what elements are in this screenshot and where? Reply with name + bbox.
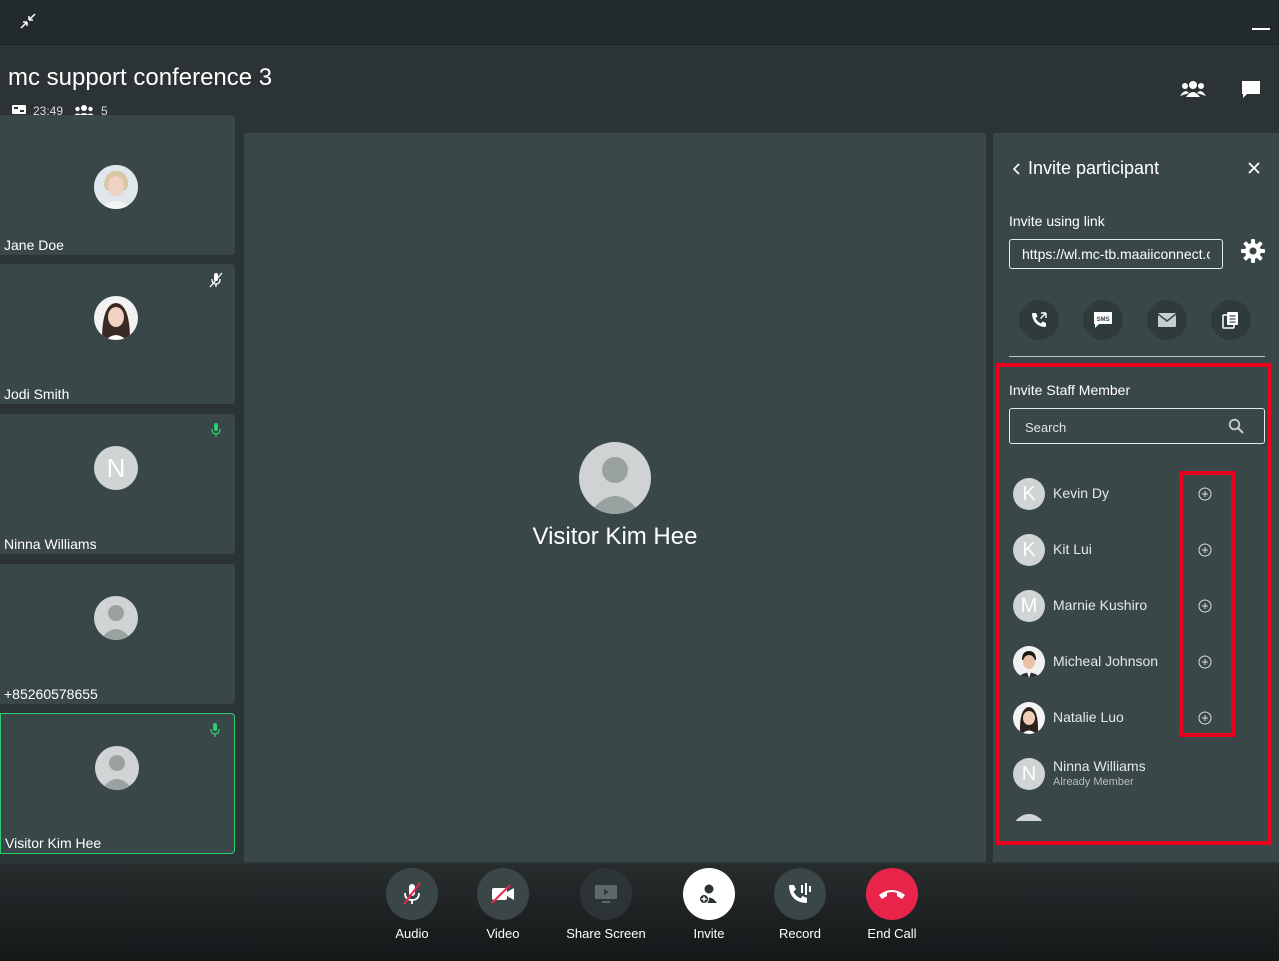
avatar: [1013, 702, 1045, 734]
participants-icon[interactable]: [1180, 78, 1206, 100]
avatar: N: [1013, 758, 1045, 790]
record-button[interactable]: Record: [754, 868, 846, 941]
staff-item: N Ninna Williams Already Member: [1013, 758, 1263, 790]
staff-name: Micheal Johnson: [1053, 653, 1159, 669]
add-person-icon: [699, 884, 717, 904]
participant-tile[interactable]: Jane Doe: [0, 115, 235, 255]
default-user-icon: [100, 605, 132, 640]
record-label: Record: [779, 926, 821, 941]
main-video-area: Visitor Kim Hee: [244, 133, 986, 862]
avatar-photo: [1017, 651, 1041, 678]
mic-off-icon: [403, 882, 421, 905]
avatar-photo: [94, 296, 138, 340]
avatar-photo: [94, 165, 138, 209]
share-options: SMS: [1019, 300, 1251, 340]
screen-share-icon: [595, 885, 617, 903]
speaker-name: Visitor Kim Hee: [532, 523, 698, 550]
call-controls: Audio Video Share Screen Invite Record E…: [0, 864, 1279, 961]
staff-search: [1009, 408, 1265, 445]
invite-button[interactable]: Invite: [663, 868, 755, 941]
invite-link-label: Invite using link: [1009, 213, 1105, 229]
window-top-bar: [0, 0, 1279, 45]
participant-tile[interactable]: Jodi Smith: [0, 264, 235, 404]
conference-title: mc support conference 3: [8, 64, 273, 91]
staff-name: Ninna Williams: [1053, 758, 1146, 774]
share-sms-button[interactable]: SMS: [1083, 300, 1123, 340]
audio-label: Audio: [395, 926, 429, 941]
video-button[interactable]: Video: [457, 868, 549, 941]
audio-button[interactable]: Audio: [366, 868, 458, 941]
email-icon: [1157, 313, 1177, 327]
avatar-initial: N: [106, 453, 126, 483]
share-email-button[interactable]: [1147, 300, 1187, 340]
avatar: [1013, 646, 1045, 678]
participant-tile[interactable]: +85260578655: [0, 564, 235, 704]
call-icon: [1032, 312, 1047, 327]
staff-search-input[interactable]: [1010, 409, 1237, 445]
search-icon[interactable]: [1228, 418, 1244, 434]
gear-icon[interactable]: [1240, 238, 1266, 264]
divider: [1009, 356, 1265, 357]
record-call-icon: [789, 883, 811, 903]
participant-name: Jodi Smith: [4, 386, 70, 402]
staff-name: Kit Lui: [1053, 541, 1092, 557]
video-off-icon: [491, 884, 514, 904]
avatar: K: [1013, 534, 1045, 566]
avatar: M: [1013, 590, 1045, 622]
invite-panel: Invite participant Invite using link htt…: [993, 133, 1279, 862]
avatar: [94, 165, 138, 209]
invite-panel-header[interactable]: Invite participant: [1012, 158, 1159, 179]
mic-active-icon: [210, 723, 220, 737]
staff-name: Natalie Luo: [1053, 709, 1124, 725]
share-copy-button[interactable]: [1211, 300, 1251, 340]
participant-tile[interactable]: Visitor Kim Hee: [0, 713, 235, 854]
avatar: [94, 596, 138, 640]
participant-name: Visitor Kim Hee: [5, 835, 102, 851]
avatar: [94, 296, 138, 340]
staff-name: Kevin Dy: [1053, 485, 1110, 501]
end-call-button[interactable]: End Call: [846, 868, 938, 941]
staff-list: K Kevin Dy K Kit Lui M Marnie Kushiro Mi…: [993, 473, 1279, 821]
svg-text:SMS: SMS: [1096, 317, 1109, 323]
staff-name: Marnie Kushiro: [1053, 597, 1148, 613]
collapse-icon[interactable]: [18, 11, 38, 31]
share-screen-label: Share Screen: [566, 926, 646, 941]
invite-label: Invite: [693, 926, 725, 941]
staff-item[interactable]: [1013, 814, 1263, 821]
default-user-icon: [589, 457, 641, 514]
share-call-button[interactable]: [1019, 300, 1059, 340]
participant-tile[interactable]: N Ninna Williams: [0, 414, 235, 554]
participant-name: +85260578655: [4, 686, 98, 702]
participant-name: Jane Doe: [4, 237, 64, 253]
add-buttons-highlight-box: [1179, 471, 1235, 737]
avatar-photo: [1019, 707, 1039, 734]
hang-up-icon: [879, 890, 905, 899]
avatar: [95, 746, 139, 790]
sms-icon: SMS: [1094, 312, 1112, 328]
staff-status: Already Member: [1053, 776, 1134, 788]
invite-panel-title: Invite participant: [1028, 158, 1160, 178]
avatar: [1013, 814, 1045, 821]
avatar: N: [94, 446, 138, 490]
video-label: Video: [486, 926, 520, 941]
invite-staff-label: Invite Staff Member: [1009, 382, 1131, 398]
chat-icon[interactable]: [1238, 78, 1264, 100]
call-stage: Jane Doe Jodi Smith N Ninna Williams +85…: [0, 115, 1279, 863]
default-user-icon: [101, 755, 133, 790]
speaker-avatar: [579, 442, 651, 514]
invite-link-field[interactable]: [1009, 239, 1223, 269]
copy-icon: [1222, 312, 1238, 329]
avatar: K: [1013, 478, 1045, 510]
mic-active-icon: [211, 423, 221, 437]
close-icon[interactable]: [1247, 161, 1261, 175]
minimize-icon[interactable]: [1252, 28, 1270, 30]
mic-muted-icon: [209, 272, 223, 288]
participant-name: Ninna Williams: [4, 536, 97, 552]
end-call-label: End Call: [867, 926, 917, 941]
back-chevron-icon[interactable]: [1012, 162, 1022, 176]
share-screen-button[interactable]: Share Screen: [560, 868, 652, 941]
